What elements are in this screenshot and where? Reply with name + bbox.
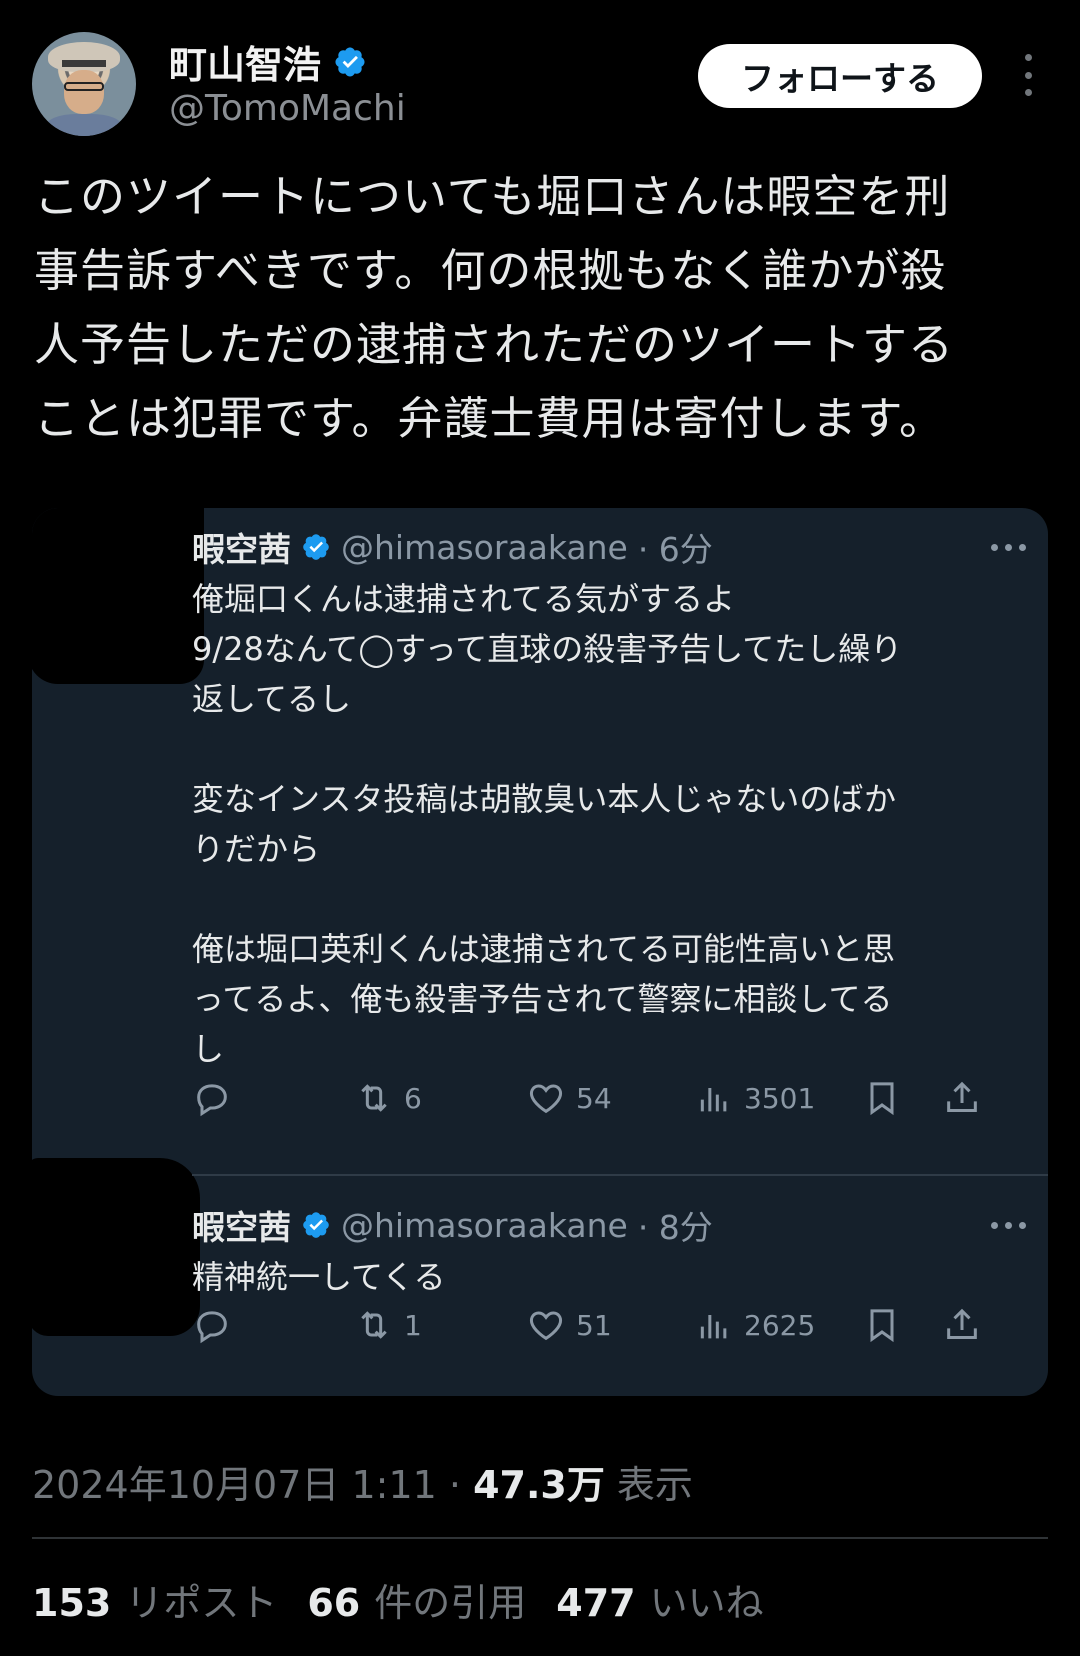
more-vertical-icon[interactable] [1018, 54, 1038, 96]
author-avatar[interactable] [32, 32, 136, 136]
like-icon [529, 1084, 563, 1114]
views-count: 3501 [744, 1081, 816, 1115]
quotes-stat[interactable]: 66 件の引用 [307, 1572, 526, 1627]
quoted-text-line: りだから [192, 830, 321, 868]
author-handle[interactable]: @TomoMachi [169, 88, 406, 129]
tweet-text-line: 事告訴すべきです。何の根拠もなく誰かが殺 [34, 244, 947, 297]
reposts-stat[interactable]: 153 リポスト [32, 1572, 277, 1627]
quoted-tweet[interactable]: 暇空茜 @himasoraakane · 8分 精神統一してくる [192, 1200, 1042, 1302]
views-button[interactable]: 2625 [694, 1305, 815, 1345]
reply-button[interactable] [192, 1305, 232, 1345]
views-button[interactable]: 3501 [694, 1078, 815, 1118]
verified-badge-icon [335, 46, 365, 77]
share-icon [947, 1081, 977, 1112]
quoted-text-line: し [192, 1030, 225, 1068]
quoted-text: 精神統一してくる [192, 1252, 1042, 1302]
likes-count: 477 [556, 1581, 636, 1625]
quoted-text-line: 俺堀口くんは逮捕されてる気がするよ [192, 580, 736, 618]
tweet-header: 町山智浩 @TomoMachi フォローする [32, 32, 1048, 138]
share-icon [947, 1308, 977, 1339]
reposts-count: 153 [32, 1581, 112, 1625]
author-name-row: 町山智浩 [169, 34, 367, 89]
tweet-text-line: 人予告しただの逮捕されただのツイートする [34, 318, 955, 371]
retweet-button[interactable]: 1 [354, 1305, 422, 1345]
quoted-tweet-actions: 1 51 2625 [192, 1305, 1048, 1355]
bookmark-button[interactable] [862, 1305, 902, 1345]
divider [32, 1537, 1048, 1539]
quoted-text-line: 返してるし [192, 680, 352, 718]
quoted-text-line: 俺は堀口英利くんは逮捕されてる可能性高いと思 [192, 930, 896, 968]
retweet-icon [361, 1084, 387, 1112]
verified-badge-icon [303, 534, 329, 560]
views-count: 2625 [744, 1308, 816, 1342]
verified-badge-icon [303, 1212, 329, 1238]
likes-label: いいね [649, 1581, 764, 1625]
like-count: 54 [576, 1081, 612, 1115]
likes-stat[interactable]: 477 いいね [556, 1572, 763, 1627]
tweet-text-line: このツイートについても堀口さんは暇空を刑 [34, 170, 951, 223]
tweet-text: このツイートについても堀口さんは暇空を刑 事告訴すべきです。何の根拠もなく誰かが… [34, 160, 1044, 456]
share-button[interactable] [942, 1305, 982, 1345]
quoted-tweet-actions: 6 54 3501 [192, 1078, 1048, 1128]
bookmark-icon [870, 1309, 894, 1343]
author-name[interactable]: 町山智浩 [169, 34, 321, 89]
like-count: 51 [576, 1308, 612, 1342]
like-icon [529, 1311, 563, 1341]
reposts-label: リポスト [125, 1581, 278, 1625]
tweet-views-label: 表示 [604, 1463, 693, 1507]
redaction-mark [32, 1158, 200, 1336]
quoted-author-name[interactable]: 暇空茜 [192, 1201, 291, 1249]
more-horizontal-icon[interactable] [991, 544, 1026, 551]
more-horizontal-icon[interactable] [991, 1222, 1026, 1229]
share-button[interactable] [942, 1078, 982, 1118]
tweet-text-line: ことは犯罪です。弁護士費用は寄付します。 [34, 392, 946, 445]
retweet-icon [361, 1311, 387, 1339]
quoted-author-handle[interactable]: @himasoraakane [341, 1206, 628, 1245]
tweet-views-count: 47.3万 [473, 1463, 605, 1507]
like-button[interactable]: 54 [526, 1078, 612, 1118]
quoted-text-line: 変なインスタ投稿は胡散臭い本人じゃないのばか [192, 780, 897, 818]
retweet-count: 1 [404, 1308, 422, 1342]
reply-button[interactable] [192, 1078, 232, 1118]
tweet-datetime[interactable]: 2024年10月07日 1:11 [32, 1463, 437, 1507]
follow-button[interactable]: フォローする [698, 44, 982, 108]
reply-icon [197, 1084, 227, 1117]
quoted-tweet[interactable]: 暇空茜 @himasoraakane · 6分 俺堀口くんは逮捕されてる気がする… [192, 522, 1042, 1074]
quoted-time: · 8分 [637, 1208, 713, 1247]
retweet-button[interactable]: 6 [354, 1078, 422, 1118]
quoted-time: · 6分 [637, 530, 713, 569]
tweet-stats: 153 リポスト 66 件の引用 477 いいね [32, 1572, 764, 1627]
quoted-text: 俺堀口くんは逮捕されてる気がするよ 9/28なんて◯すって直球の殺害予告してたし… [192, 574, 1042, 1074]
quoted-tweets-card[interactable]: 暇空茜 @himasoraakane · 6分 俺堀口くんは逮捕されてる気がする… [32, 508, 1048, 1396]
reply-icon [197, 1311, 227, 1344]
redaction-mark [32, 508, 204, 684]
quoted-author-name[interactable]: 暇空茜 [192, 523, 291, 571]
quoted-text-line: 9/28なんて◯すって直球の殺害予告してたし繰り [192, 630, 903, 668]
tweet-meta: 2024年10月07日 1:11 · 47.3万 表示 [32, 1454, 693, 1509]
views-icon [700, 1315, 727, 1339]
quoted-text-line: ってるよ、俺も殺害予告されて警察に相談してる [192, 980, 893, 1018]
meta-separator: · [436, 1463, 474, 1507]
views-icon [700, 1088, 727, 1112]
quoted-divider [192, 1174, 1048, 1176]
quoted-text-line: 精神統一してくる [192, 1258, 446, 1296]
bookmark-icon [870, 1082, 894, 1116]
quoted-author-handle[interactable]: @himasoraakane [341, 528, 628, 567]
quotes-count: 66 [307, 1581, 361, 1625]
retweet-count: 6 [404, 1081, 422, 1115]
quotes-label: 件の引用 [374, 1581, 527, 1625]
bookmark-button[interactable] [862, 1078, 902, 1118]
like-button[interactable]: 51 [526, 1305, 612, 1345]
